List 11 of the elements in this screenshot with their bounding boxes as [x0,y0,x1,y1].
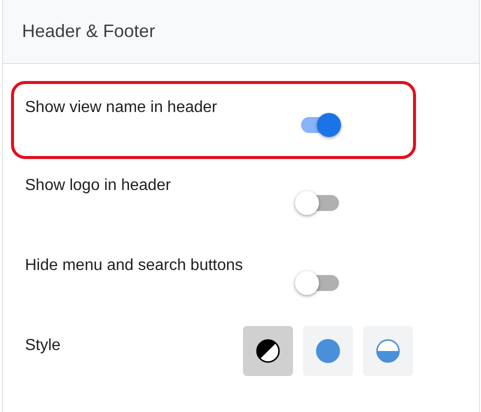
setting-label: Style [25,337,62,355]
contrast-icon [256,339,280,363]
circle-icon [316,339,340,363]
toggle-switch[interactable] [295,190,341,216]
panel-title: Header & Footer [22,21,156,42]
half-circle-icon [376,339,400,363]
toggle-switch[interactable] [295,270,341,296]
setting-label: Hide menu and search buttons [25,257,244,275]
setting-label: Show view name in header [25,99,218,117]
style-option[interactable] [243,326,293,376]
setting-label: Show logo in header [25,177,172,195]
